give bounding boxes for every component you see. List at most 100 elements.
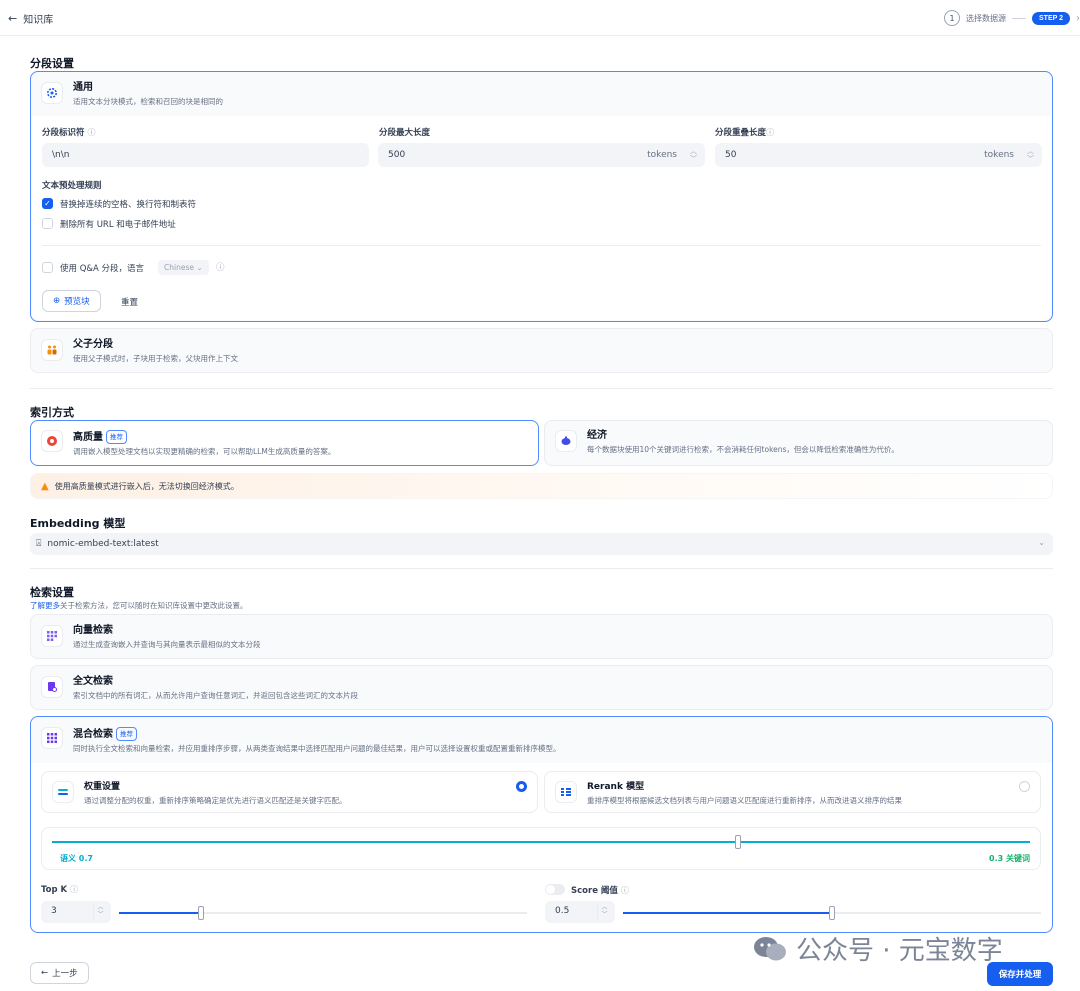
rule-whitespace-checkbox[interactable]: ✓ (42, 198, 53, 209)
section-divider (30, 388, 1053, 389)
embedding-section-title: Embedding 模型 (30, 517, 126, 530)
max-length-input[interactable]: 500 tokens ︿ ﹀ (378, 143, 705, 167)
retrieval-hint: 了解更多关于检索方法，您可以随时在知识库设置中更改此设置。 (30, 601, 248, 610)
rerank-title: Rerank 模型 (587, 782, 645, 792)
arrow-left-icon: ← (41, 968, 49, 978)
overlap-unit: tokens (984, 150, 1014, 160)
preprocess-title: 文本预处理规则 (42, 181, 102, 191)
separator-input[interactable]: \n\n (42, 143, 369, 167)
embedding-model-value: nomic-embed-text:latest (47, 539, 159, 549)
warning-text: 使用高质量模式进行嵌入后，无法切换回经济模式。 (54, 481, 239, 491)
topk-slider-fill (119, 912, 201, 914)
stepper: 1 选择数据源 STEP 2 › (944, 10, 1080, 26)
hybrid-title: 混合检索 推荐 (73, 727, 561, 741)
vector-desc: 通过生成查询嵌入并查询与其向量表示最相似的文本分段 (73, 640, 261, 649)
fulltext-title: 全文检索 (73, 676, 113, 687)
max-length-label: 分段最大长度 (379, 128, 431, 138)
rule-url-checkbox[interactable] (42, 218, 53, 229)
top-bar: ← 知识库 1 选择数据源 STEP 2 › (0, 0, 1080, 36)
rule-whitespace-label: 替换掉连续的空格、换行符和制表符 (60, 200, 197, 210)
weight-slider-thumb[interactable] (735, 835, 741, 849)
max-length-value: 500 (388, 150, 406, 160)
divider (42, 245, 1041, 246)
stepper-icon[interactable]: ︿ ﹀ (1027, 147, 1034, 163)
learn-more-link[interactable]: 了解更多 (30, 601, 60, 610)
rerank-desc: 重排序模型将根据候选文档列表与用户问题语义匹配度进行重新排序，从而改进语义排序的… (587, 796, 902, 805)
topk-input[interactable]: 3 ︿ ﹀ (41, 901, 111, 923)
stepper-icon[interactable]: ︿ ﹀ (93, 904, 107, 920)
stepper-icon[interactable]: ︿ ﹀ (597, 904, 611, 920)
fulltext-search-option[interactable]: 全文检索 索引文档中的所有词汇，从而允许用户查询任意词汇，并返回包含这些词汇的文… (30, 665, 1053, 710)
weight-title: 权重设置 (84, 782, 121, 792)
previous-step-button[interactable]: ← 上一步 (30, 962, 89, 984)
overlap-value: 50 (725, 150, 737, 160)
help-icon: ⓘ (70, 885, 79, 894)
score-slider-thumb[interactable] (829, 906, 835, 920)
parent-child-desc: 使用父子模式时，子块用于检索，父块用作上下文 (73, 354, 238, 363)
max-length-unit: tokens (647, 150, 677, 160)
weight-desc: 通过调整分配的权重，重新排序策略确定是优先进行语义匹配还是关键字匹配。 (84, 796, 347, 805)
help-icon: ⓘ (766, 128, 775, 137)
piggy-bank-icon (555, 430, 577, 452)
wechat-icon (754, 936, 786, 960)
segmentation-section-title: 分段设置 (30, 57, 74, 70)
general-title: 通用 (73, 82, 93, 93)
high-quality-icon (41, 430, 63, 452)
embedding-model-select[interactable]: ⍓ nomic-embed-text:latest ⌄ (30, 533, 1053, 555)
save-and-process-button[interactable]: 保存并处理 (987, 962, 1053, 986)
stepper-icon[interactable]: ︿ ﹀ (690, 147, 697, 163)
score-input[interactable]: 0.5 ︿ ﹀ (545, 901, 615, 923)
general-desc: 适用文本分块模式，检索和召回的块是相同的 (73, 97, 223, 106)
retrieval-section-title: 检索设置 (30, 586, 74, 599)
back-to-knowledge-button[interactable]: ← 知识库 (8, 11, 53, 26)
step-3-partial: › (1076, 12, 1080, 24)
step-1-number: 1 (944, 10, 960, 26)
high-quality-title: 高质量 推荐 (73, 430, 335, 444)
watermark-text: 公众号 · 元宝数字 (796, 936, 1003, 966)
topk-slider-thumb[interactable] (197, 906, 204, 920)
qa-language-select[interactable]: Chinese ⌄ (158, 260, 209, 275)
recommended-tag: 推荐 (106, 430, 127, 444)
high-quality-option[interactable]: 高质量 推荐 调用嵌入模型处理文档以实现更精确的检索，可以帮助LLM生成高质量的答… (30, 420, 539, 466)
overlap-input[interactable]: 50 tokens ︿ ﹀ (715, 143, 1042, 167)
reset-button[interactable]: 重置 (121, 296, 138, 308)
step-2-badge: STEP 2 (1032, 11, 1070, 25)
qa-checkbox[interactable] (42, 262, 53, 273)
hybrid-search-option[interactable]: 混合检索 推荐 同时执行全文检索和向量检索，并应用重排序步骤，从两类查询结果中选择… (30, 716, 1053, 933)
high-quality-desc: 调用嵌入模型处理文档以实现更精确的检索，可以帮助LLM生成高质量的答案。 (73, 447, 336, 456)
parent-child-card[interactable]: 父子分段 使用父子模式时，子块用于检索，父块用作上下文 (30, 328, 1053, 373)
fulltext-desc: 索引文档中的所有词汇，从而允许用户查询任意词汇，并返回包含这些词汇的文本片段 (73, 691, 358, 700)
topk-label: Top K ⓘ (41, 885, 79, 895)
score-slider-fill (623, 912, 832, 914)
rerank-radio[interactable] (1019, 781, 1030, 792)
general-segmentation-card[interactable]: 通用 适用文本分块模式，检索和召回的块是相同的 分段标识符 ⓘ \n\n 分段最… (30, 71, 1053, 322)
qa-label: 使用 Q&A 分段，语言 (60, 264, 145, 274)
economy-title: 经济 (587, 430, 607, 441)
economy-desc: 每个数据块使用10个关键词进行检索，不会消耗任何tokens，但会以降低检索准确… (587, 445, 899, 454)
weight-radio[interactable] (516, 781, 527, 792)
preview-button[interactable]: ⊕ 预览块 (42, 290, 101, 312)
back-label: 知识库 (23, 15, 54, 26)
economy-option[interactable]: 经济 每个数据块使用10个关键词进行检索，不会消耗任何tokens，但会以降低检… (544, 420, 1053, 466)
weight-settings-option[interactable]: 权重设置 通过调整分配的权重，重新排序策略确定是优先进行语义匹配还是关键字匹配。 (41, 771, 538, 813)
model-icon: ⍓ (36, 539, 42, 549)
help-icon: ⓘ (216, 263, 225, 273)
weight-balance-icon (52, 781, 74, 803)
rerank-model-option[interactable]: Rerank 模型 重排序模型将根据候选文档列表与用户问题语义匹配度进行重新排序… (544, 771, 1041, 813)
weight-slider-track[interactable] (52, 841, 1030, 843)
chevron-down-icon: ⌄ (1038, 538, 1045, 547)
index-section-title: 索引方式 (30, 406, 74, 419)
document-search-icon (41, 676, 63, 698)
recommended-tag: 推荐 (116, 727, 137, 741)
semantic-weight-label: 语义 0.7 (60, 854, 93, 863)
arrow-left-icon: ← (8, 12, 18, 25)
weight-slider-box: 语义 0.7 0.3 关键词 (41, 827, 1041, 870)
search-icon: ⊕ (53, 296, 61, 306)
watermark: 公众号 · 元宝数字 (752, 930, 1003, 967)
warning-icon: ▲ (41, 480, 49, 492)
parent-child-icon (41, 339, 63, 361)
score-threshold-toggle[interactable] (545, 884, 565, 895)
gear-icon (41, 82, 63, 104)
vector-search-option[interactable]: 向量检索 通过生成查询嵌入并查询与其向量表示最相似的文本分段 (30, 614, 1053, 659)
step-1-label: 选择数据源 (966, 13, 1006, 23)
